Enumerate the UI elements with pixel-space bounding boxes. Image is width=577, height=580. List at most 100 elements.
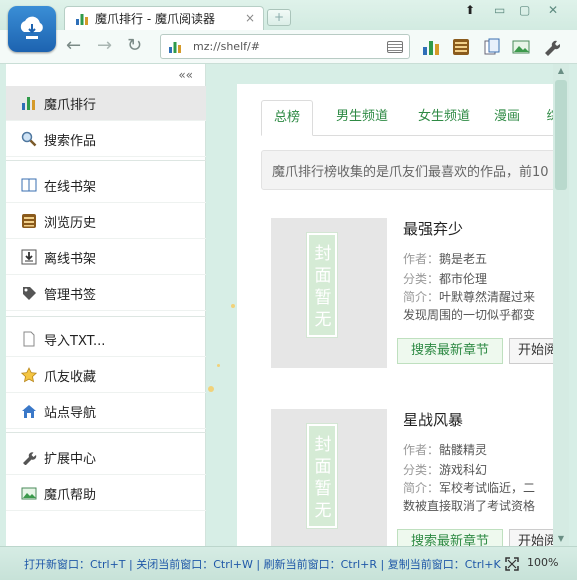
help-icon xyxy=(21,487,37,500)
sidebar-item-label: 离线书架 xyxy=(44,251,97,267)
search-icon xyxy=(21,131,37,147)
sidebar-item-favorites[interactable]: 爪友收藏 xyxy=(6,358,206,393)
book-summary: 简介：叶默尊然清醒过来 发现周围的一切似乎都变 xyxy=(403,290,536,322)
book-title[interactable]: 最强弃少 xyxy=(403,218,463,239)
sidebar-item-label: 站点导航 xyxy=(44,405,97,421)
ranking-icon[interactable] xyxy=(422,38,440,56)
tab-more[interactable]: 综 xyxy=(543,100,553,136)
sidebar-item-label: 魔爪帮助 xyxy=(44,487,97,503)
minimize-icon[interactable]: ▭ xyxy=(494,3,505,17)
fullscreen-icon[interactable] xyxy=(505,557,519,571)
forward-button[interactable]: → xyxy=(97,37,112,55)
sidebar-item-label: 导入TXT... xyxy=(44,333,106,349)
ranking-panel: 总榜 男生频道 女生频道 漫画 综 魔爪排行榜收集的是爪友们最喜欢的作品，前10… xyxy=(237,84,553,546)
sidebar-item-label: 魔爪排行 xyxy=(44,97,97,113)
zoom-level[interactable]: 100% xyxy=(527,556,558,569)
sidebar-item-history[interactable]: 浏览历史 xyxy=(6,204,206,239)
collapse-sidebar-button[interactable]: «« xyxy=(178,68,193,82)
sidebar-item-label: 在线书架 xyxy=(44,179,97,195)
docs-icon[interactable] xyxy=(483,38,501,56)
search-latest-chapter-button[interactable]: 搜索最新章节 xyxy=(397,529,503,546)
cloud-icon xyxy=(20,16,43,39)
pin-icon[interactable]: ⬆ xyxy=(465,3,475,17)
home-icon xyxy=(22,405,36,418)
ranking-icon xyxy=(76,13,88,25)
sidebar-divider xyxy=(6,160,206,161)
maximize-icon[interactable]: ▢ xyxy=(519,3,530,17)
sidebar-divider xyxy=(6,316,206,317)
scroll-up-icon[interactable]: ▲ xyxy=(553,64,569,78)
document-icon xyxy=(23,331,35,347)
shortcut-hints: 打开新窗口：Ctrl+T | 关闭当前窗口：Ctrl+W | 刷新当前窗口：Ct… xyxy=(24,558,501,571)
tab-title: 魔爪排行 - 魔爪阅读器 xyxy=(95,12,215,26)
book-item: 封面暂无 星战风暴 作者：骷髅精灵 分类：游戏科幻 简介：军校考试临近，二 数被直… xyxy=(271,409,553,546)
bookshelf-icon xyxy=(21,178,37,192)
cover-placeholder: 封面暂无 xyxy=(306,423,338,529)
sidebar: «« 魔爪排行 搜索作品 在线书架 浏览历史 离线书架 管理书签 导入TXT..… xyxy=(6,64,206,546)
sidebar-item-offline-shelf[interactable]: 离线书架 xyxy=(6,240,206,275)
tab-overall[interactable]: 总榜 xyxy=(261,100,313,136)
channel-tabs: 总榜 男生频道 女生频道 漫画 综 xyxy=(261,100,553,136)
scroll-down-icon[interactable]: ▼ xyxy=(553,532,569,546)
book-category: 分类：都市伦理 xyxy=(403,272,488,286)
refresh-button[interactable]: ↻ xyxy=(127,37,142,55)
cover-placeholder: 封面暂无 xyxy=(306,232,338,338)
start-reading-button[interactable]: 开始阅读 xyxy=(509,529,553,546)
reader-icon[interactable] xyxy=(452,38,470,56)
close-window-icon[interactable]: ✕ xyxy=(548,3,558,17)
back-button[interactable]: ← xyxy=(66,37,81,55)
address-text[interactable]: mz://shelf/# xyxy=(193,40,260,53)
sidebar-item-help[interactable]: 魔爪帮助 xyxy=(6,476,206,511)
ranking-notice: 魔爪排行榜收集的是爪友们最喜欢的作品，前10 xyxy=(261,150,553,190)
book-category: 分类：游戏科幻 xyxy=(403,463,488,477)
new-tab-button[interactable]: + xyxy=(267,9,291,26)
ranking-icon xyxy=(22,97,35,110)
star-icon xyxy=(21,367,37,383)
sidebar-item-site-nav[interactable]: 站点导航 xyxy=(6,394,206,429)
sidebar-item-ranking[interactable]: 魔爪排行 xyxy=(6,86,206,121)
sidebar-item-label: 搜索作品 xyxy=(44,133,97,149)
sidebar-item-label: 爪友收藏 xyxy=(44,369,97,385)
sidebar-item-import-txt[interactable]: 导入TXT... xyxy=(6,322,206,357)
reader-mode-icon[interactable] xyxy=(387,41,403,53)
tab-comics[interactable]: 漫画 xyxy=(485,100,529,136)
main-content: 总榜 男生频道 女生频道 漫画 综 魔爪排行榜收集的是爪友们最喜欢的作品，前10… xyxy=(207,64,553,546)
sidebar-item-bookmarks[interactable]: 管理书签 xyxy=(6,276,206,311)
sidebar-item-search[interactable]: 搜索作品 xyxy=(6,122,206,157)
start-reading-button[interactable]: 开始阅读 xyxy=(509,338,553,364)
sidebar-item-online-shelf[interactable]: 在线书架 xyxy=(6,168,206,203)
vertical-scrollbar[interactable]: ▲ ▼ xyxy=(553,64,569,546)
tab-male-channel[interactable]: 男生频道 xyxy=(321,100,403,136)
decorative-sparkle xyxy=(231,304,235,308)
book-author: 作者：骷髅精灵 xyxy=(403,443,488,457)
decorative-sparkle xyxy=(208,386,214,392)
decorative-sparkle xyxy=(217,364,220,367)
app-logo[interactable] xyxy=(8,6,56,52)
status-bar: 打开新窗口：Ctrl+T | 关闭当前窗口：Ctrl+W | 刷新当前窗口：Ct… xyxy=(0,546,577,580)
bookmark-icon xyxy=(23,287,36,300)
book-title[interactable]: 星战风暴 xyxy=(403,409,463,430)
tab-close-icon[interactable]: × xyxy=(245,11,255,25)
browser-tab[interactable]: 魔爪排行 - 魔爪阅读器 × xyxy=(64,6,264,30)
sidebar-item-label: 扩展中心 xyxy=(44,451,97,467)
book-item: 封面暂无 最强弃少 作者：鹅是老五 分类：都市伦理 简介：叶默尊然清醒过来 发现周… xyxy=(271,218,553,398)
sidebar-item-label: 管理书签 xyxy=(44,287,97,303)
tab-female-channel[interactable]: 女生频道 xyxy=(403,100,485,136)
sidebar-item-label: 浏览历史 xyxy=(44,215,97,231)
history-icon xyxy=(22,214,36,228)
wrench-icon[interactable] xyxy=(542,38,560,56)
book-summary: 简介：军校考试临近，二 数被直接取消了考试资格 xyxy=(403,481,536,513)
book-cover[interactable]: 封面暂无 xyxy=(271,218,387,368)
wrench-icon xyxy=(23,452,37,465)
cover-placeholder-text: 封面暂无 xyxy=(314,435,332,521)
book-cover[interactable]: 封面暂无 xyxy=(271,409,387,546)
search-latest-chapter-button[interactable]: 搜索最新章节 xyxy=(397,338,503,364)
image-icon[interactable] xyxy=(512,38,530,56)
ranking-icon xyxy=(169,42,181,53)
toolbar: ← → ↻ mz://shelf/# xyxy=(0,30,577,64)
download-icon xyxy=(21,249,37,265)
scrollbar-thumb[interactable] xyxy=(555,80,567,190)
book-author: 作者：鹅是老五 xyxy=(403,252,488,266)
address-bar[interactable]: mz://shelf/# xyxy=(160,34,410,59)
sidebar-item-extensions[interactable]: 扩展中心 xyxy=(6,440,206,475)
